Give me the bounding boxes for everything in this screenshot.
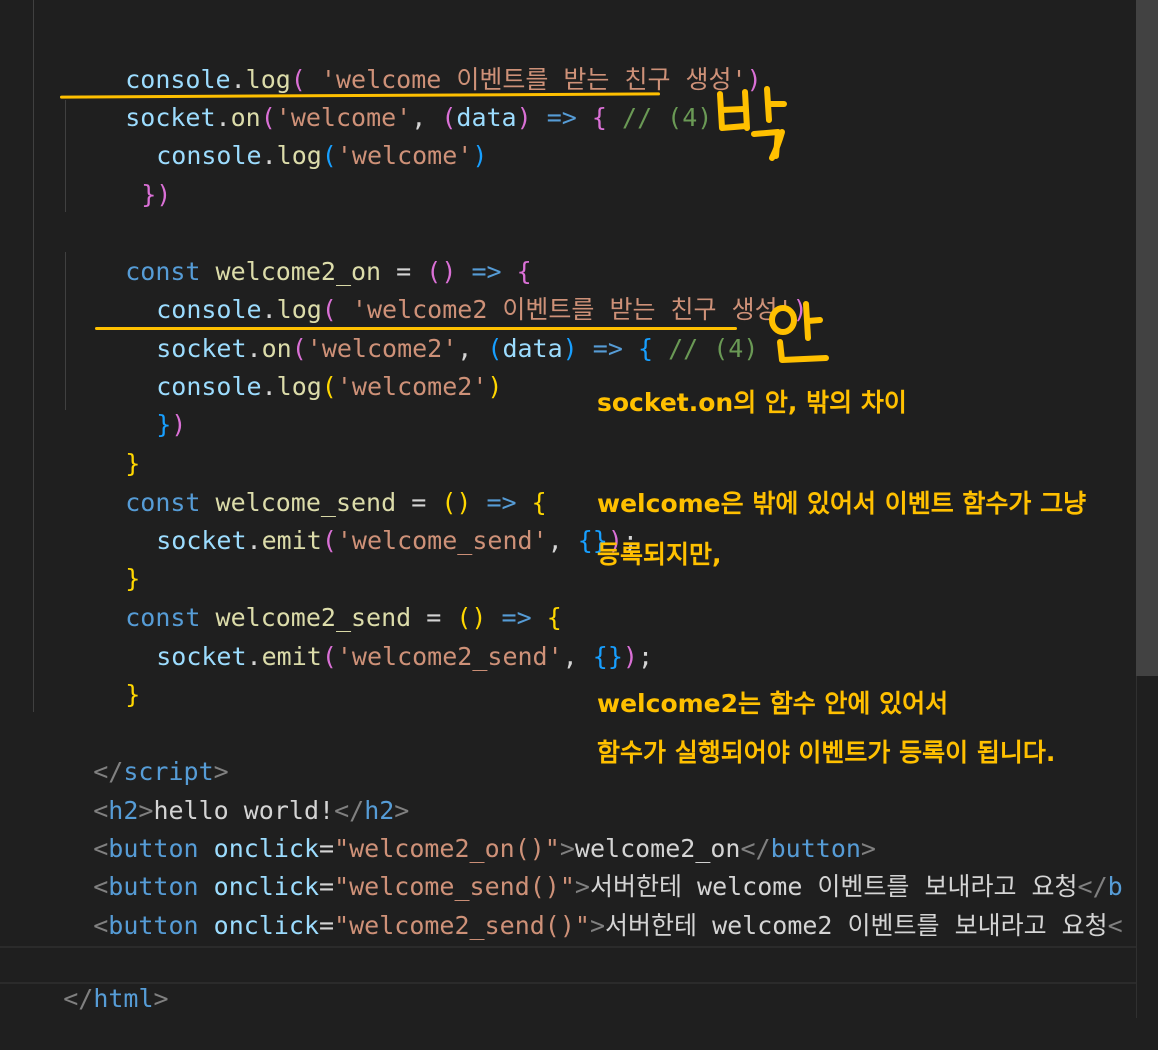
token: emit <box>261 642 322 671</box>
token: log <box>276 372 322 401</box>
token: { <box>591 103 607 132</box>
token: => <box>577 334 638 363</box>
token: ) <box>487 372 503 401</box>
token: } <box>141 180 157 209</box>
code-line[interactable]: </script> <box>33 715 228 786</box>
token: { <box>637 334 654 363</box>
token: ) <box>622 642 638 671</box>
vertical-scrollbar-track[interactable] <box>1136 676 1158 1018</box>
code-line[interactable]: <h2>hello world!</h2> <box>33 754 409 825</box>
token: } <box>125 680 141 709</box>
token: , <box>547 526 578 555</box>
token: onclick <box>213 911 320 940</box>
token: ) <box>516 103 532 132</box>
code-line[interactable]: } <box>65 407 140 478</box>
code-line[interactable]: </body> <box>3 907 168 978</box>
token: socket <box>156 642 247 671</box>
token: < <box>1107 911 1123 940</box>
token: > <box>153 984 169 1013</box>
token: emit <box>261 526 322 555</box>
code-line[interactable]: }) <box>81 138 171 209</box>
code-line[interactable]: console.log('welcome') <box>96 99 487 170</box>
code-line[interactable]: console.log( 'welcome 이벤트를 받는 친구 생성') <box>65 23 761 94</box>
token: {} <box>592 642 623 671</box>
token: . <box>246 642 262 671</box>
token: . <box>261 372 277 401</box>
token: ) <box>171 410 187 439</box>
current-code-line[interactable]: </html> <box>0 946 1158 1013</box>
token: html <box>93 984 154 1013</box>
token: 'welcome2_send' <box>336 642 563 671</box>
annotation-paragraph-1-line-2: 등록되지만, <box>597 540 722 569</box>
annotation-paragraph-1-line-1: welcome은 밖에 있어서 이벤트 함수가 그냥 <box>597 489 1087 518</box>
code-line[interactable]: <button onclick="welcome2_on()">welcome2… <box>33 792 876 863</box>
token: // (4) <box>653 334 759 363</box>
code-line[interactable]: socket.emit('welcome2_send', {}); <box>96 600 653 671</box>
token: = <box>319 911 335 940</box>
token: ( <box>321 372 337 401</box>
token: . <box>246 526 262 555</box>
token: "welcome2_send()" <box>334 911 590 940</box>
code-line[interactable]: console.log('welcome2') <box>96 330 502 401</box>
code-line[interactable]: }) <box>96 368 186 439</box>
code-line[interactable]: const welcome2_send = () => { <box>65 561 562 632</box>
handwritten-inside-mark <box>769 301 829 363</box>
token: . <box>261 141 277 170</box>
token: > <box>589 911 606 940</box>
token: } <box>156 410 172 439</box>
token: => <box>531 103 592 132</box>
annotation-underline <box>95 327 737 330</box>
code-line[interactable]: } <box>65 522 140 593</box>
token: ( <box>321 642 337 671</box>
token: data <box>502 334 563 363</box>
token: console <box>156 141 262 170</box>
handwritten-outside-mark <box>717 86 787 161</box>
annotation-title: socket.on의 안, 밖의 차이 <box>597 388 907 417</box>
token: ; <box>637 642 653 671</box>
token: </ <box>63 984 94 1013</box>
token: ( <box>321 526 337 555</box>
code-line[interactable]: socket.emit('welcome_send', {}); <box>96 484 638 555</box>
token: socket <box>156 526 247 555</box>
token: ) <box>156 180 172 209</box>
indent-guide <box>33 0 34 712</box>
token: ( <box>321 141 337 170</box>
annotation-paragraph-2-line-1: welcome2는 함수 안에 있어서 <box>597 689 949 718</box>
code-line[interactable]: console.log( 'welcome2 이벤트를 받는 친구 생성') <box>96 253 807 324</box>
code-line[interactable]: } <box>65 638 140 709</box>
token: // (4) <box>606 103 713 132</box>
code-line[interactable]: socket.on('welcome2', (data) => { // (4) <box>96 292 758 363</box>
code-line[interactable]: const welcome_send = () => { <box>65 446 547 517</box>
annotation-paragraph-2-line-2: 함수가 실행되어야 이벤트가 등록이 됩니다. <box>597 738 1056 767</box>
token: ) <box>472 141 488 170</box>
code-line[interactable]: <button onclick="welcome2_send()">서버한테 w… <box>33 869 1122 940</box>
token: 서버한테 welcome2 이벤트를 보내라고 요청 <box>605 911 1108 940</box>
token: 'welcome_send' <box>336 526 548 555</box>
code-line[interactable]: const welcome2_on = () => { <box>65 215 531 286</box>
token: log <box>276 141 322 170</box>
token: ) <box>562 334 578 363</box>
token: 'welcome' <box>336 141 473 170</box>
token: 'welcome2' <box>336 372 488 401</box>
vertical-scrollbar-thumb[interactable] <box>1136 0 1158 676</box>
code-line[interactable]: <button onclick="welcome_send()">서버한테 we… <box>33 830 1123 901</box>
token: , <box>562 642 593 671</box>
